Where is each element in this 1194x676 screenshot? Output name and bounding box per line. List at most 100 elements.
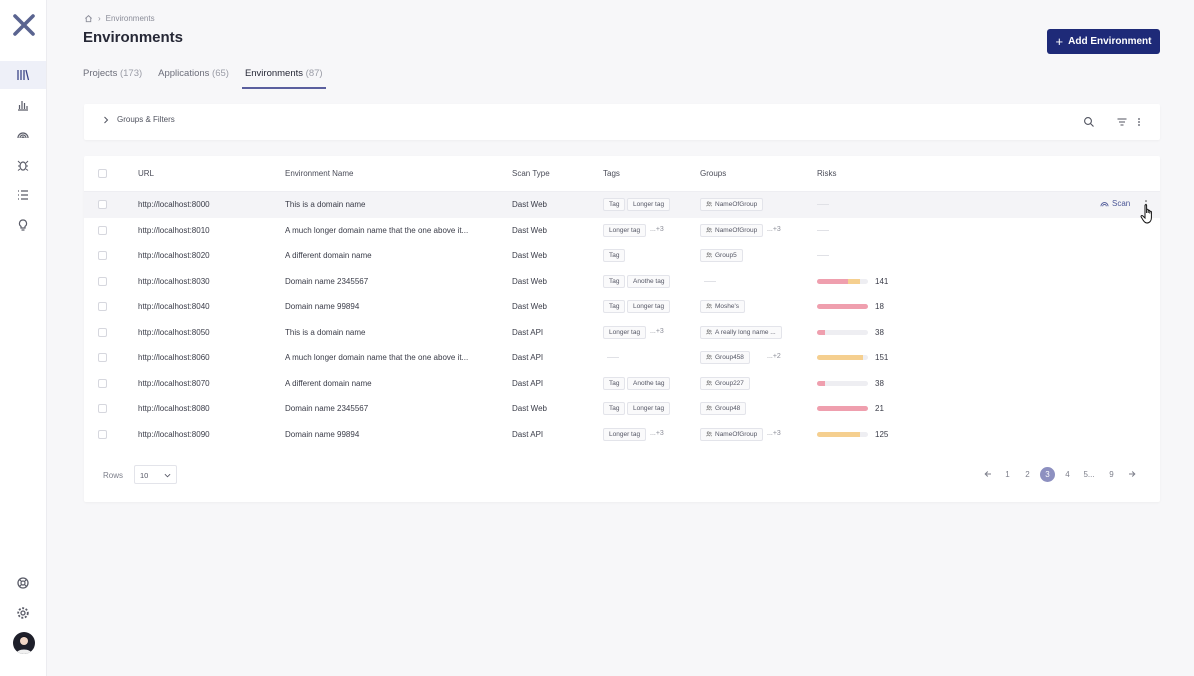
tab-projects[interactable]: Projects (173) bbox=[83, 68, 142, 89]
row-checkbox[interactable] bbox=[98, 429, 107, 439]
row-checkbox[interactable] bbox=[98, 404, 107, 413]
next-page-button[interactable] bbox=[1124, 467, 1139, 482]
search-icon[interactable] bbox=[1083, 116, 1095, 128]
table-row[interactable]: http://localhost:8060 A much longer domai… bbox=[84, 345, 1160, 371]
row-checkbox[interactable] bbox=[98, 378, 107, 388]
column-header-scan-type[interactable]: Scan Type bbox=[512, 169, 550, 178]
more-options-icon[interactable] bbox=[1133, 116, 1145, 128]
column-header-tags[interactable]: Tags bbox=[603, 169, 620, 178]
sidebar-item-list[interactable] bbox=[0, 181, 46, 209]
row-checkbox[interactable] bbox=[98, 302, 107, 311]
url-cell[interactable]: http://localhost:8050 bbox=[138, 328, 210, 337]
avatar[interactable] bbox=[13, 632, 35, 654]
page-button[interactable]: 4 bbox=[1060, 467, 1075, 482]
group-chip[interactable]: NameOfGroup bbox=[700, 427, 764, 441]
row-checkbox[interactable] bbox=[98, 200, 107, 209]
group-chip[interactable]: NameOfGroup bbox=[700, 198, 764, 211]
column-header-environment-name[interactable]: Environment Name bbox=[285, 169, 353, 178]
url-cell[interactable]: http://localhost:8060 bbox=[138, 353, 210, 362]
group-chip[interactable]: Group48 bbox=[700, 402, 747, 415]
url-cell[interactable]: http://localhost:8030 bbox=[138, 277, 210, 286]
url-cell[interactable]: http://localhost:8000 bbox=[138, 200, 210, 209]
column-header-groups[interactable]: Groups bbox=[700, 169, 726, 178]
tab-applications[interactable]: Applications (65) bbox=[158, 68, 229, 89]
tag-chip[interactable]: Longer tag bbox=[603, 427, 647, 441]
group-chip[interactable]: Moshe's bbox=[700, 300, 746, 313]
table-row[interactable]: http://localhost:8040 Domain name 99894 Da… bbox=[84, 294, 1160, 320]
page-button[interactable]: 5... bbox=[1077, 467, 1101, 482]
group-chip[interactable]: NameOfGroup bbox=[700, 223, 764, 237]
tags-more[interactable]: ...+3 bbox=[650, 430, 664, 437]
environment-name-cell[interactable]: A much longer domain name that the one a… bbox=[285, 226, 468, 235]
sidebar-item-scans[interactable] bbox=[0, 121, 46, 149]
table-row[interactable]: http://localhost:8070 A different domain … bbox=[84, 371, 1160, 397]
tag-chip[interactable]: Tag bbox=[603, 274, 626, 288]
environment-name-cell[interactable]: A different domain name bbox=[285, 251, 372, 260]
environment-name-cell[interactable]: This is a domain name bbox=[285, 200, 365, 209]
environment-name-cell[interactable]: A different domain name bbox=[285, 379, 372, 388]
environment-name-cell[interactable]: Domain name 99894 bbox=[285, 430, 359, 439]
column-header-risks[interactable]: Risks bbox=[817, 169, 837, 178]
groups-filters-toggle[interactable]: Groups & Filters bbox=[102, 115, 175, 124]
rows-per-page-select[interactable]: 10 bbox=[134, 465, 177, 484]
sidebar-item-vulnerabilities[interactable] bbox=[0, 151, 46, 179]
page-button[interactable]: 1 bbox=[1000, 467, 1015, 482]
tag-chip[interactable]: Longer tag bbox=[603, 325, 647, 339]
environment-name-cell[interactable]: Domain name 2345567 bbox=[285, 277, 368, 286]
sidebar-item-dashboard[interactable] bbox=[0, 91, 46, 119]
tag-chip[interactable]: Tag bbox=[603, 198, 626, 211]
tab-environments[interactable]: Environments (87) bbox=[241, 68, 326, 89]
filter-icon[interactable] bbox=[1116, 116, 1128, 128]
url-cell[interactable]: http://localhost:8020 bbox=[138, 251, 210, 260]
row-checkbox[interactable] bbox=[98, 353, 107, 362]
tag-chip[interactable]: Tag bbox=[603, 376, 626, 390]
environment-name-cell[interactable]: Domain name 99894 bbox=[285, 302, 359, 311]
table-row[interactable]: http://localhost:8020 A different domain … bbox=[84, 243, 1160, 269]
environment-name-cell[interactable]: This is a domain name bbox=[285, 328, 365, 337]
column-header-url[interactable]: URL bbox=[138, 169, 154, 178]
environment-name-cell[interactable]: Domain name 2345567 bbox=[285, 404, 368, 413]
row-checkbox[interactable] bbox=[98, 276, 107, 286]
groups-more[interactable]: ...+3 bbox=[767, 226, 781, 233]
tag-chip[interactable]: Anothe tag bbox=[627, 376, 671, 390]
url-cell[interactable]: http://localhost:8010 bbox=[138, 226, 210, 235]
tag-chip[interactable]: Tag bbox=[603, 300, 626, 313]
url-cell[interactable]: http://localhost:8070 bbox=[138, 379, 210, 388]
tags-more[interactable]: ...+3 bbox=[650, 226, 664, 233]
tag-chip[interactable]: Longer tag bbox=[627, 198, 671, 211]
url-cell[interactable]: http://localhost:8040 bbox=[138, 302, 210, 311]
table-row[interactable]: http://localhost:8030 Domain name 2345567… bbox=[84, 269, 1160, 295]
tags-more[interactable]: ...+3 bbox=[650, 328, 664, 335]
groups-more[interactable]: ...+3 bbox=[767, 430, 781, 437]
scan-button[interactable]: Scan bbox=[1100, 199, 1130, 208]
table-row[interactable]: http://localhost:8080 Domain name 2345567… bbox=[84, 396, 1160, 422]
sidebar-item-inventory[interactable] bbox=[0, 61, 46, 89]
groups-more[interactable]: ...+2 bbox=[767, 353, 781, 360]
add-environment-button[interactable]: + Add Environment bbox=[1047, 29, 1160, 54]
page-button-current[interactable]: 3 bbox=[1040, 467, 1055, 482]
table-row[interactable]: http://localhost:8000 This is a domain na… bbox=[84, 192, 1160, 218]
sidebar-item-insights[interactable] bbox=[0, 211, 46, 239]
logo-icon[interactable] bbox=[12, 13, 36, 37]
tag-chip[interactable]: Longer tag bbox=[627, 300, 671, 313]
table-row[interactable]: http://localhost:8010 A much longer domai… bbox=[84, 218, 1160, 244]
tag-chip[interactable]: Anothe tag bbox=[627, 274, 671, 288]
breadcrumb-current[interactable]: Environments bbox=[106, 14, 155, 23]
sidebar-item-settings[interactable] bbox=[0, 599, 46, 627]
group-chip[interactable]: Group5 bbox=[700, 249, 743, 262]
select-all-checkbox[interactable] bbox=[98, 169, 107, 178]
tag-chip[interactable]: Longer tag bbox=[603, 223, 647, 237]
tag-chip[interactable]: Tag bbox=[603, 402, 626, 415]
table-row[interactable]: http://localhost:8090 Domain name 99894 Da… bbox=[84, 422, 1160, 448]
row-checkbox[interactable] bbox=[98, 327, 107, 337]
page-button[interactable]: 2 bbox=[1020, 467, 1035, 482]
row-checkbox[interactable] bbox=[98, 251, 107, 260]
group-chip[interactable]: A really long name ... bbox=[700, 325, 782, 339]
table-row[interactable]: http://localhost:8050 This is a domain na… bbox=[84, 320, 1160, 346]
sidebar-item-help[interactable] bbox=[0, 569, 46, 597]
page-button[interactable]: 9 bbox=[1104, 467, 1119, 482]
row-checkbox[interactable] bbox=[98, 225, 107, 235]
url-cell[interactable]: http://localhost:8080 bbox=[138, 404, 210, 413]
url-cell[interactable]: http://localhost:8090 bbox=[138, 430, 210, 439]
tag-chip[interactable]: Longer tag bbox=[627, 402, 671, 415]
